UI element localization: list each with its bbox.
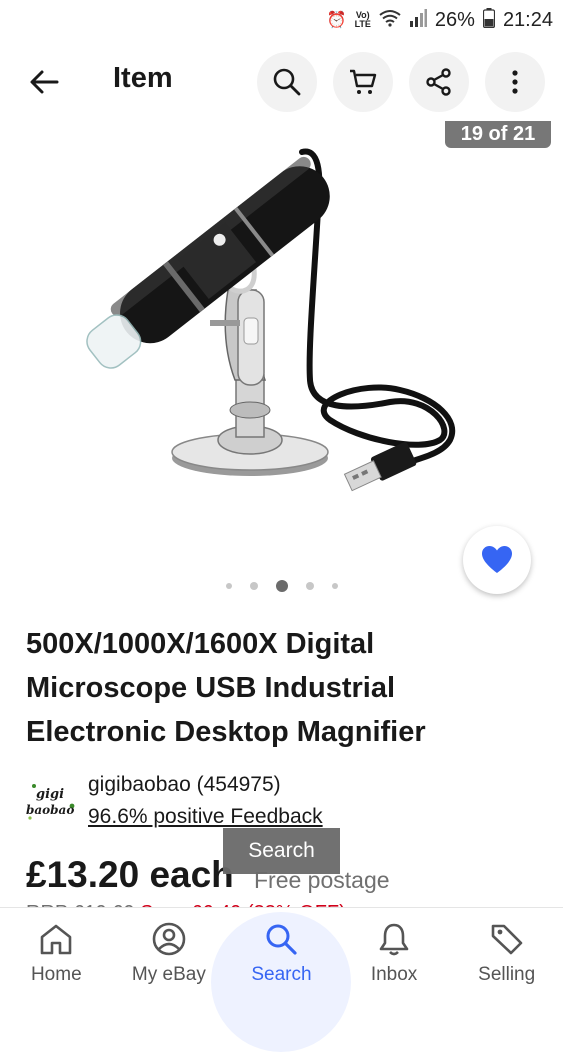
wifi-icon [379,9,401,32]
carousel-dot[interactable] [331,583,338,589]
nav-search[interactable]: Search [225,908,338,1000]
user-icon [152,922,186,956]
heart-icon [482,546,512,573]
nav-my-ebay-label: My eBay [131,964,206,985]
battery-percent: 26% [434,8,475,31]
carousel-dot[interactable] [249,582,258,590]
battery-icon [482,7,496,33]
arrow-left-icon [30,70,59,94]
nav-selling-label: Selling [478,964,536,985]
nav-home[interactable]: Home [0,908,113,1000]
nav-inbox[interactable]: Inbox [338,908,451,1000]
alarm-icon: ⏰ [326,12,347,29]
svg-text:baobao: baobao [26,803,74,817]
nav-my-ebay[interactable]: My eBay [113,908,226,1000]
clock: 21:24 [502,8,553,31]
back-button[interactable] [26,64,62,100]
search-icon [273,68,301,96]
home-icon [39,922,73,956]
more-options-button[interactable] [485,52,545,112]
carousel-indicator [0,580,563,592]
tag-icon [490,922,524,956]
search-button[interactable] [257,52,317,112]
share-button[interactable] [409,52,469,112]
nav-selling[interactable]: Selling [450,908,563,1000]
svg-text:gigi: gigi [36,787,64,802]
bell-icon [377,922,411,956]
seller-feedback-link[interactable]: 96.6% positive Feedback [88,805,323,829]
search-icon [264,922,298,956]
carousel-dot[interactable] [225,583,232,589]
price: £13.20 each [26,854,234,895]
cart-icon [350,69,377,94]
microscope-illustration [86,148,455,492]
volte-indicator: Vo) LTE [354,10,371,29]
carousel-dot-active[interactable] [275,580,288,592]
app-bar: Item [0,50,563,112]
bottom-nav: Home My eBay Search Inbox Selling [0,907,563,1000]
search-tooltip: Search [223,828,340,874]
product-title: 500X/1000X/1600X Digital Microscope USB … [26,628,426,748]
more-vertical-icon [512,70,518,94]
seller-logo: gigi baobao [26,776,80,824]
seller-name[interactable]: gigibaobao (454975) [88,773,281,797]
nav-inbox-label: Inbox [370,964,418,985]
carousel-dot[interactable] [305,582,314,590]
status-bar: ⏰ Vo) LTE 26% 21:24 [0,0,563,40]
nav-search-label: Search [251,964,312,985]
signal-icon [409,8,427,32]
nav-home-label: Home [30,964,82,985]
page-title: Item [113,62,173,94]
seller-info[interactable]: gigi baobao gigibaobao (454975) 96.6% po… [26,770,546,834]
share-icon [426,68,451,96]
product-image[interactable] [60,140,500,520]
cart-button[interactable] [333,52,393,112]
